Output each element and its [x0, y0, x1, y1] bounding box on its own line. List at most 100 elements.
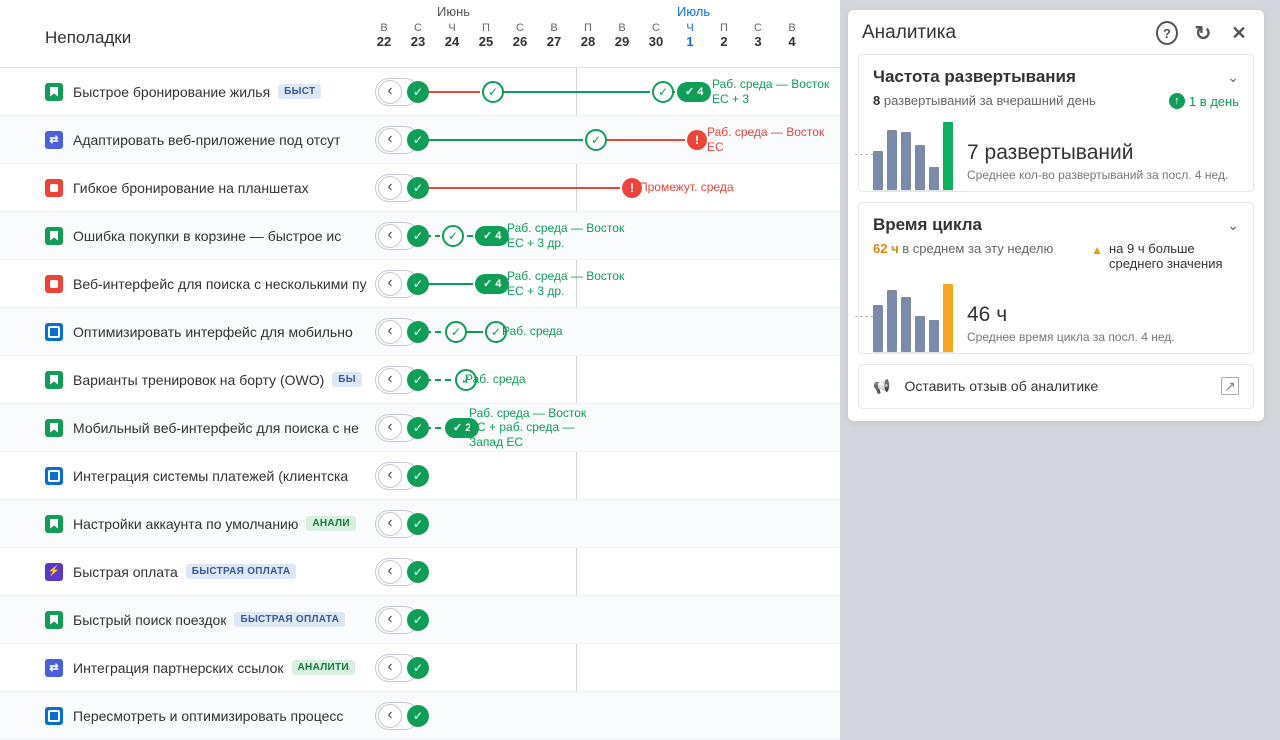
- expand-chevron-icon[interactable]: [378, 464, 402, 488]
- expand-chevron-icon[interactable]: [378, 176, 402, 200]
- day-column[interactable]: С3: [741, 22, 775, 49]
- check-icon[interactable]: [407, 369, 429, 391]
- day-column[interactable]: В4: [775, 22, 809, 49]
- check-icon[interactable]: [407, 705, 429, 727]
- expand-chevron-icon[interactable]: [378, 128, 402, 152]
- timeline-cell[interactable]: Раб. среда: [367, 356, 840, 403]
- expand-chevron-icon[interactable]: [378, 704, 402, 728]
- day-column[interactable]: Ч1: [673, 22, 707, 49]
- timeline-cell[interactable]: 4Раб. среда — Восток ЕС + 3 др.: [367, 212, 840, 259]
- item-title: Веб-интерфейс для поиска с несколькими п…: [73, 276, 367, 292]
- timeline-cell[interactable]: 4Раб. среда — Восток ЕС + 3: [367, 68, 840, 115]
- expand-chevron-icon[interactable]: [378, 320, 402, 344]
- check-icon[interactable]: [407, 465, 429, 487]
- day-column[interactable]: В22: [367, 22, 401, 49]
- item-title: Гибкое бронирование на планшетах: [73, 180, 309, 196]
- timeline-cell[interactable]: [367, 500, 840, 547]
- check-icon[interactable]: [407, 417, 429, 439]
- table-row[interactable]: Интеграция партнерских ссылок АНАЛИТИ: [0, 644, 840, 692]
- day-column[interactable]: С23: [401, 22, 435, 49]
- day-column[interactable]: Ч24: [435, 22, 469, 49]
- expand-chevron-icon[interactable]: [378, 608, 402, 632]
- check-icon[interactable]: [407, 657, 429, 679]
- table-row[interactable]: Интеграция системы платежей (клиентска: [0, 452, 840, 500]
- feedback-link[interactable]: Оставить отзыв об аналитике: [858, 364, 1254, 409]
- timeline-cell[interactable]: 2Раб. среда — Восток ЕС + раб. среда — З…: [367, 404, 840, 451]
- day-column[interactable]: С26: [503, 22, 537, 49]
- timeline-cell[interactable]: [367, 644, 840, 691]
- expand-chevron-icon[interactable]: [378, 416, 402, 440]
- count-badge[interactable]: 4: [677, 82, 711, 102]
- table-row[interactable]: Пересмотреть и оптимизировать процесс: [0, 692, 840, 740]
- trend-indicator: на 9 ч больше среднего значения: [1091, 241, 1239, 271]
- table-row[interactable]: Веб-интерфейс для поиска с несколькими п…: [0, 260, 840, 308]
- metric-subtitle: 62 ч в среднем за эту неделю: [873, 241, 1053, 271]
- table-row[interactable]: Быстрая оплата БЫСТРАЯ ОПЛАТА: [0, 548, 840, 596]
- day-column[interactable]: П28: [571, 22, 605, 49]
- check-icon[interactable]: [482, 81, 504, 103]
- warning-icon[interactable]: [687, 130, 707, 150]
- chart-bar: [915, 145, 925, 190]
- close-icon[interactable]: [1228, 22, 1250, 44]
- timeline-cell[interactable]: Раб. среда: [367, 308, 840, 355]
- day-column[interactable]: С30: [639, 22, 673, 49]
- metric-cycle-time[interactable]: Время цикла ⌄ 62 ч в среднем за эту неде…: [858, 202, 1254, 354]
- check-icon[interactable]: [407, 609, 429, 631]
- check-icon[interactable]: [585, 129, 607, 151]
- table-row[interactable]: Быстрый поиск поездок БЫСТРАЯ ОПЛАТА: [0, 596, 840, 644]
- table-row[interactable]: Настройки аккаунта по умолчанию АНАЛИ: [0, 500, 840, 548]
- check-icon[interactable]: [407, 513, 429, 535]
- help-icon[interactable]: [1156, 22, 1178, 44]
- type-icon: [45, 659, 63, 677]
- count-badge[interactable]: 4: [475, 226, 509, 246]
- table-row[interactable]: Ошибка покупки в корзине — быстрое ис 4Р…: [0, 212, 840, 260]
- environment-label: Промежут. среда: [639, 180, 734, 194]
- table-row[interactable]: Гибкое бронирование на планшетах Промежу…: [0, 164, 840, 212]
- timeline-cell[interactable]: 4Раб. среда — Восток ЕС + 3 др.: [367, 260, 840, 307]
- day-column[interactable]: В27: [537, 22, 571, 49]
- expand-chevron-icon[interactable]: [378, 560, 402, 584]
- check-icon[interactable]: [445, 321, 467, 343]
- type-icon: [45, 563, 63, 581]
- check-icon[interactable]: [407, 225, 429, 247]
- item-title: Интеграция партнерских ссылок: [73, 660, 284, 676]
- table-row[interactable]: Оптимизировать интерфейс для мобильно Ра…: [0, 308, 840, 356]
- check-icon[interactable]: [407, 321, 429, 343]
- table-row[interactable]: Мобильный веб-интерфейс для поиска с не …: [0, 404, 840, 452]
- expand-chevron-icon[interactable]: [378, 512, 402, 536]
- timeline-cell[interactable]: Раб. среда — Восток ЕС: [367, 116, 840, 163]
- expand-chevron-icon[interactable]: [378, 80, 402, 104]
- check-icon[interactable]: [407, 273, 429, 295]
- check-icon[interactable]: [407, 561, 429, 583]
- check-icon[interactable]: [407, 129, 429, 151]
- chevron-down-icon[interactable]: ⌄: [1227, 69, 1239, 86]
- timeline-cell[interactable]: [367, 596, 840, 643]
- count-badge[interactable]: 4: [475, 274, 509, 294]
- check-icon[interactable]: [652, 81, 674, 103]
- refresh-icon[interactable]: [1192, 22, 1214, 44]
- chevron-down-icon[interactable]: ⌄: [1227, 217, 1239, 234]
- check-icon[interactable]: [407, 81, 429, 103]
- table-row[interactable]: Адаптировать веб-приложение под отсут Ра…: [0, 116, 840, 164]
- day-column[interactable]: В29: [605, 22, 639, 49]
- table-row[interactable]: Варианты тренировок на борту (OWO) БЫ Ра…: [0, 356, 840, 404]
- day-column[interactable]: П25: [469, 22, 503, 49]
- table-row[interactable]: Быстрое бронирование жилья БЫСТ 4Раб. ср…: [0, 68, 840, 116]
- expand-chevron-icon[interactable]: [378, 656, 402, 680]
- item-title: Настройки аккаунта по умолчанию: [73, 516, 298, 532]
- timeline-cell[interactable]: [367, 692, 840, 739]
- timeline-cell[interactable]: Промежут. среда: [367, 164, 840, 211]
- timeline-cell[interactable]: [367, 548, 840, 595]
- chart-bar: [929, 320, 939, 352]
- expand-chevron-icon[interactable]: [378, 272, 402, 296]
- metric-value: 46 ч: [967, 303, 1175, 327]
- expand-chevron-icon[interactable]: [378, 224, 402, 248]
- metric-deployment-frequency[interactable]: Частота развертывания ⌄ 8 развертываний …: [858, 54, 1254, 192]
- check-icon[interactable]: [407, 177, 429, 199]
- item-title: Варианты тренировок на борту (OWO): [73, 372, 324, 388]
- rows-container[interactable]: Быстрое бронирование жилья БЫСТ 4Раб. ср…: [0, 68, 840, 740]
- expand-chevron-icon[interactable]: [378, 368, 402, 392]
- timeline-cell[interactable]: [367, 452, 840, 499]
- check-icon[interactable]: [442, 225, 464, 247]
- day-column[interactable]: П2: [707, 22, 741, 49]
